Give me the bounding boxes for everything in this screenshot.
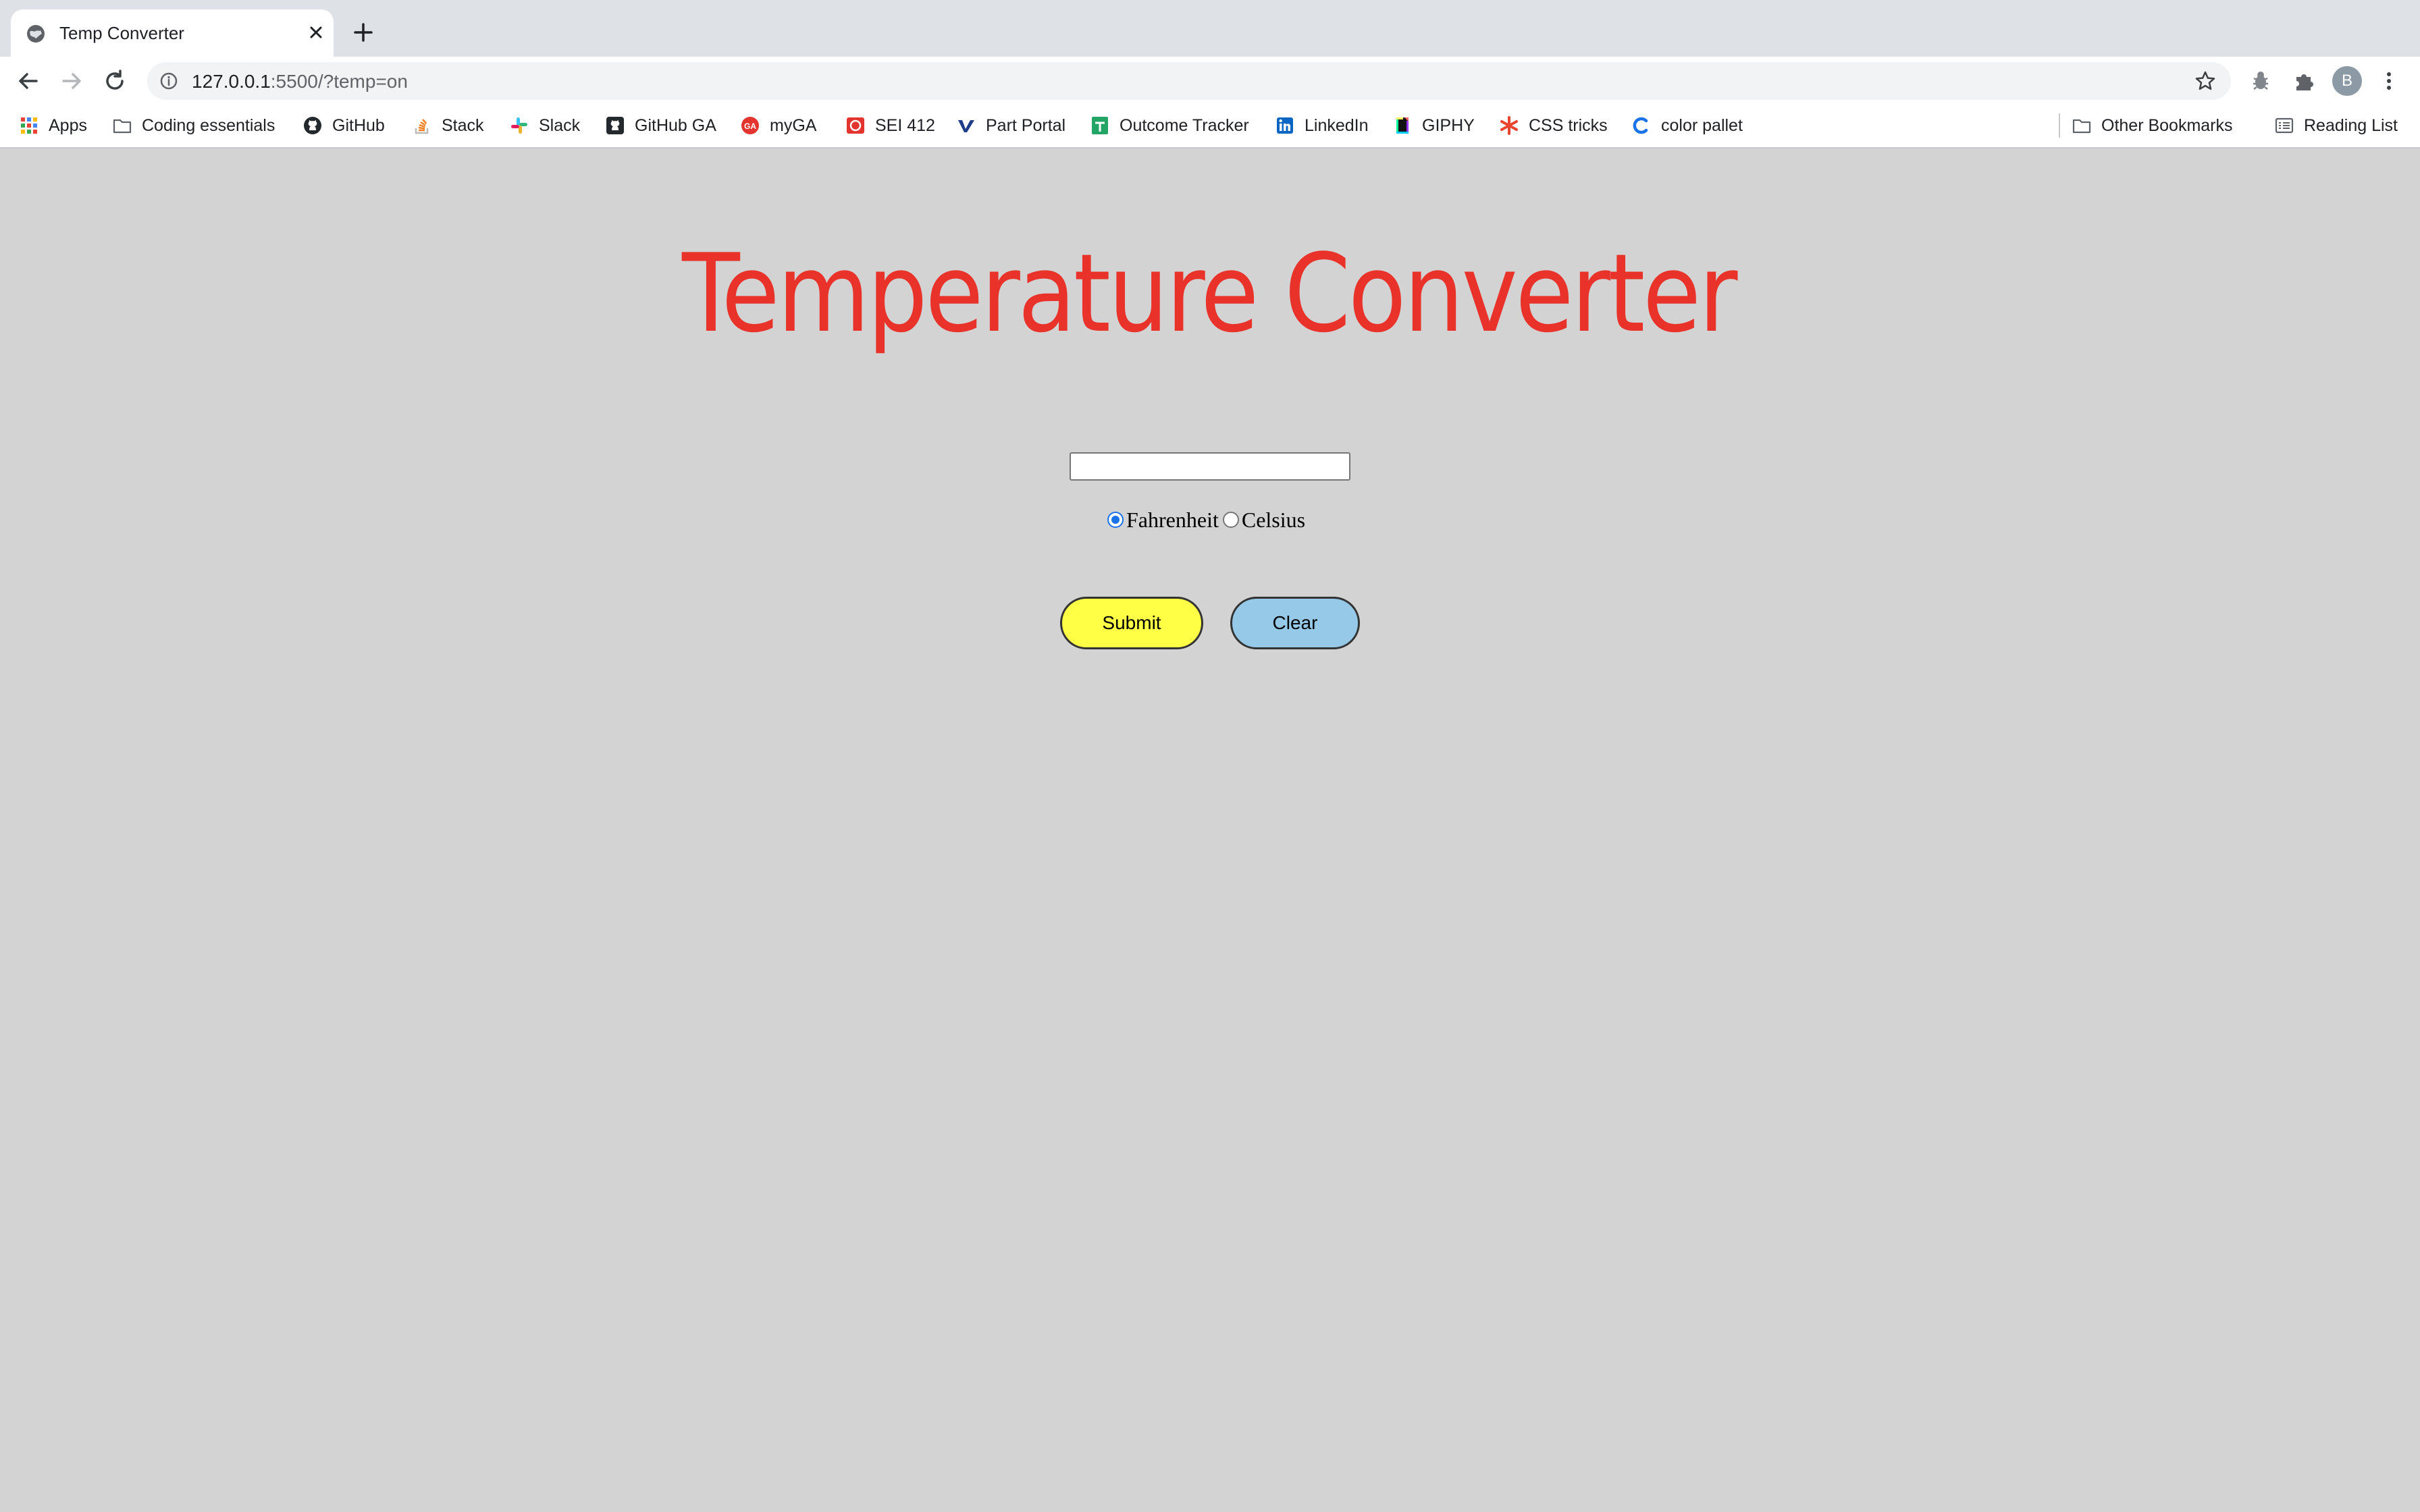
browser-chrome: Temp Converter 127.0.0.1:5500/?temp=on B… bbox=[0, 0, 2420, 148]
globe-icon bbox=[27, 25, 45, 43]
bookmark-label: myGA bbox=[770, 115, 817, 135]
part-portal-icon bbox=[958, 120, 974, 132]
fahrenheit-label: Fahrenheit bbox=[1126, 507, 1219, 532]
extensions-puzzle-icon[interactable] bbox=[2290, 68, 2317, 94]
more-menu-icon[interactable] bbox=[2375, 68, 2402, 94]
bookmark-outcome-tracker[interactable]: Outcome Tracker bbox=[1090, 111, 1249, 140]
toolbar: 127.0.0.1:5500/?temp=on B bbox=[0, 57, 2420, 103]
other-bookmarks-label: Other Bookmarks bbox=[2101, 115, 2233, 135]
url-host: 127.0.0.1 bbox=[192, 71, 271, 92]
temperature-input[interactable] bbox=[1070, 452, 1350, 481]
page-title-text: Temperature Converter bbox=[681, 230, 1738, 356]
bookmarks-bar: Apps Coding essentials GitHub Stack Slac… bbox=[0, 103, 2420, 148]
github-icon bbox=[304, 117, 321, 134]
bookmark-label: Stack bbox=[442, 115, 484, 135]
back-icon[interactable] bbox=[15, 68, 42, 94]
reload-icon[interactable] bbox=[101, 68, 128, 94]
bookmark-linkedin[interactable]: LinkedIn bbox=[1275, 111, 1369, 140]
forward-icon[interactable] bbox=[58, 68, 85, 94]
bookmark-label: LinkedIn bbox=[1305, 115, 1369, 135]
tab-temp-converter[interactable]: Temp Converter bbox=[11, 9, 334, 57]
submit-button[interactable]: Submit bbox=[1060, 597, 1203, 649]
celsius-label: Celsius bbox=[1241, 507, 1306, 532]
clear-button[interactable]: Clear bbox=[1230, 597, 1360, 649]
bookmark-label: SEI 412 bbox=[875, 115, 935, 135]
url-path: :5500/?temp=on bbox=[270, 71, 408, 92]
bookmark-star-icon[interactable] bbox=[2193, 69, 2217, 93]
url-text: 127.0.0.1:5500/?temp=on bbox=[192, 71, 408, 92]
profile-avatar[interactable]: B bbox=[2332, 66, 2362, 96]
svg-text:GA: GA bbox=[744, 122, 756, 131]
info-icon[interactable] bbox=[159, 72, 178, 90]
page-content: Temperature Converter Fahrenheit Celsius… bbox=[0, 148, 2420, 1512]
apps-grid-icon bbox=[21, 117, 37, 134]
bookmark-myga[interactable]: GA myGA bbox=[740, 111, 816, 140]
reading-list-label: Reading List bbox=[2304, 115, 2398, 135]
sei-icon bbox=[847, 117, 864, 134]
bookmark-coding-essentials[interactable]: Coding essentials bbox=[112, 111, 275, 140]
bookmark-apps[interactable]: Apps bbox=[19, 111, 87, 140]
celsius-radio[interactable] bbox=[1222, 512, 1239, 528]
folder-icon bbox=[113, 119, 132, 134]
new-tab-icon[interactable] bbox=[351, 20, 375, 45]
reading-list-icon bbox=[2275, 117, 2294, 134]
bug-extension-icon[interactable] bbox=[2247, 68, 2274, 94]
address-bar[interactable]: 127.0.0.1:5500/?temp=on bbox=[147, 62, 2231, 100]
bookmark-giphy[interactable]: GIPHY bbox=[1392, 111, 1475, 140]
tab-title: Temp Converter bbox=[59, 23, 184, 43]
bookmark-label: GitHub GA bbox=[635, 115, 716, 135]
bookmark-part-portal[interactable]: Part Portal bbox=[956, 111, 1066, 140]
slack-icon bbox=[511, 117, 527, 134]
folder-icon bbox=[2072, 119, 2091, 134]
stack-overflow-icon bbox=[415, 119, 429, 134]
unit-radio-group: Fahrenheit Celsius bbox=[1107, 505, 1309, 535]
bookmark-label: GIPHY bbox=[1422, 115, 1475, 135]
bookmark-github-ga[interactable]: GitHub GA bbox=[605, 111, 716, 140]
bookmark-github[interactable]: GitHub bbox=[302, 111, 385, 140]
sheets-icon bbox=[1092, 117, 1108, 134]
bookmark-label: Outcome Tracker bbox=[1120, 115, 1249, 135]
bookmark-color-pallet[interactable]: color pallet bbox=[1631, 111, 1743, 140]
bookmark-label: Slack bbox=[539, 115, 581, 135]
bookmark-other-bookmarks[interactable]: Other Bookmarks bbox=[2072, 111, 2233, 140]
fahrenheit-radio[interactable] bbox=[1107, 512, 1124, 528]
bookmark-label: Coding essentials bbox=[142, 115, 275, 135]
bookmark-sei-412[interactable]: SEI 412 bbox=[845, 111, 935, 140]
github-icon bbox=[606, 117, 624, 134]
css-tricks-icon bbox=[1500, 116, 1518, 135]
bookmark-css-tricks[interactable]: CSS tricks bbox=[1499, 111, 1608, 140]
close-icon[interactable] bbox=[305, 22, 327, 43]
ga-icon: GA bbox=[741, 117, 759, 134]
bookmark-label: CSS tricks bbox=[1529, 115, 1608, 135]
reading-list-button[interactable]: Reading List bbox=[2274, 111, 2398, 140]
bookmark-label: Part Portal bbox=[986, 115, 1066, 135]
color-pallet-icon bbox=[1633, 117, 1648, 134]
bookmarks-divider bbox=[2059, 113, 2060, 138]
tab-strip: Temp Converter bbox=[0, 0, 2420, 57]
giphy-icon bbox=[1396, 117, 1409, 134]
linkedin-icon bbox=[1277, 117, 1293, 134]
bookmark-stack[interactable]: Stack bbox=[412, 111, 484, 140]
page-title: Temperature Converter bbox=[681, 230, 1741, 356]
bookmark-label: Apps bbox=[49, 115, 87, 135]
bookmark-slack[interactable]: Slack bbox=[509, 111, 580, 140]
bookmark-label: color pallet bbox=[1661, 115, 1743, 135]
bookmark-label: GitHub bbox=[332, 115, 385, 135]
